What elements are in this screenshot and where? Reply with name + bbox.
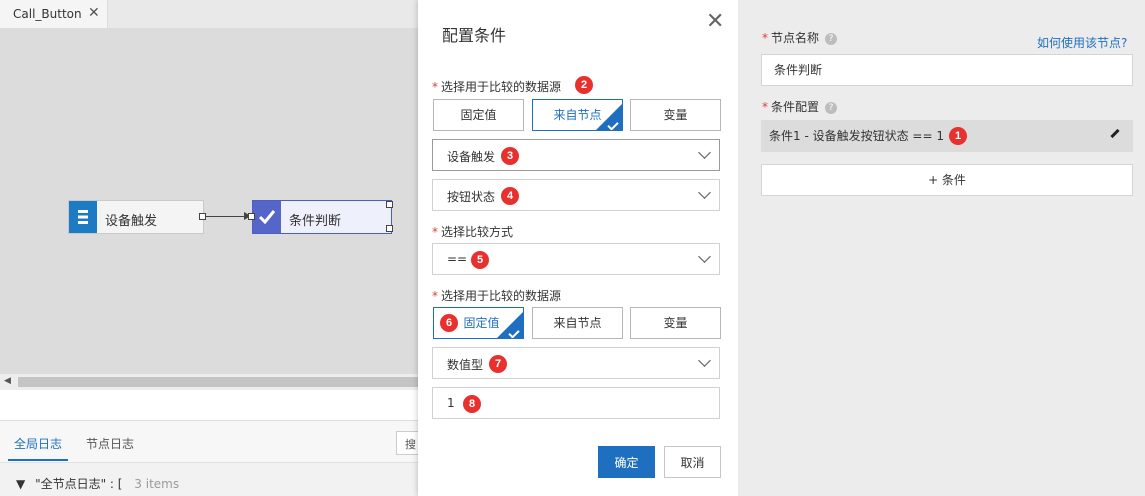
chevron-down-icon <box>698 186 711 199</box>
log-item-count: 3 items <box>134 477 180 491</box>
node-name-input[interactable]: 条件判断 <box>761 54 1133 86</box>
log-search-button[interactable]: 搜 <box>396 431 418 455</box>
annotation-badge: 4 <box>501 187 519 205</box>
log-panel: 全局日志 节点日志 搜 ▼ "全节点日志" : [ 3 items <box>0 420 418 496</box>
compare-operator-select[interactable]: == 5 <box>432 243 720 275</box>
dialog-title: 配置条件 <box>442 26 507 45</box>
device-trigger-icon <box>69 201 97 233</box>
source2-fixed-value-option[interactable]: 6 固定值 <box>433 307 524 339</box>
source1-from-node-option[interactable]: 来自节点 <box>532 99 623 131</box>
chevron-down-icon <box>698 146 711 159</box>
help-icon[interactable]: ? <box>825 101 838 114</box>
output-port-true[interactable] <box>386 201 393 208</box>
flow-node-label: 设备触发 <box>105 214 158 229</box>
horizontal-scrollbar[interactable]: ◀ <box>0 374 418 390</box>
source1-label: * 选择用于比较的数据源 <box>432 80 562 94</box>
add-condition-button[interactable]: + 条件 <box>761 164 1133 196</box>
expand-arrow-icon[interactable]: ▼ <box>16 477 25 491</box>
log-key: "全节点日志" : [ <box>35 477 123 491</box>
annotation-badge: 5 <box>471 251 489 269</box>
flow-node-device-trigger[interactable]: 设备触发 <box>68 200 206 234</box>
flow-node-condition[interactable]: 条件判断 <box>248 200 393 234</box>
annotation-badge: 3 <box>501 147 519 165</box>
flow-connector <box>206 216 246 217</box>
flow-node-label: 条件判断 <box>289 214 342 229</box>
attribute-select[interactable]: 按钮状态 4 <box>432 179 720 211</box>
help-icon[interactable]: ? <box>825 32 838 45</box>
close-icon[interactable]: ✕ <box>88 5 100 21</box>
active-tab-indicator <box>8 459 68 461</box>
condition-config-label: * 条件配置? <box>762 98 838 115</box>
source1-fixed-value-option[interactable]: 固定值 <box>433 99 524 131</box>
annotation-badge: 8 <box>463 395 481 413</box>
tab-node-log[interactable]: 节点日志 <box>86 435 134 452</box>
tab-global-log[interactable]: 全局日志 <box>14 435 62 452</box>
cancel-button[interactable]: 取消 <box>664 446 721 478</box>
configure-condition-dialog: 配置条件 ✕ * 选择用于比较的数据源 2 固定值 来自节点 变量 设备触发 3 … <box>418 0 738 496</box>
chevron-down-icon <box>698 250 711 263</box>
device-select[interactable]: 设备触发 3 <box>432 139 720 171</box>
check-icon <box>253 201 281 233</box>
scrollbar-thumb[interactable] <box>18 377 418 387</box>
source2-from-node-option[interactable]: 来自节点 <box>532 307 623 339</box>
compare-label: * 选择比较方式 <box>432 225 514 239</box>
data-type-select[interactable]: 数值型 7 <box>432 347 720 379</box>
log-tabs: 全局日志 节点日志 搜 <box>0 421 418 463</box>
source2-variable-option[interactable]: 变量 <box>630 307 721 339</box>
flow-canvas[interactable]: 设备触发 条件判断 <box>0 28 418 374</box>
tab-call-button[interactable]: Call_Button ✕ <box>0 0 108 28</box>
tab-title: Call_Button <box>13 7 82 21</box>
source2-label: * 选择用于比较的数据源 <box>432 289 562 303</box>
edit-pencil-icon[interactable] <box>1110 128 1120 139</box>
scroll-left-icon[interactable]: ◀ <box>4 376 11 386</box>
source1-variable-option[interactable]: 变量 <box>630 99 721 131</box>
log-tree-row[interactable]: ▼ "全节点日志" : [ 3 items <box>16 475 179 492</box>
how-to-use-link[interactable]: 如何使用该节点? <box>1037 34 1127 51</box>
annotation-badge: 2 <box>575 76 593 94</box>
output-port-false[interactable] <box>386 225 393 232</box>
compare-value-input[interactable]: 1 8 <box>432 387 720 419</box>
output-port[interactable] <box>199 213 206 220</box>
input-port[interactable] <box>248 213 255 220</box>
condition-item[interactable]: 条件1 - 设备触发按钮状态 == 1 1 <box>761 120 1133 152</box>
chevron-down-icon <box>698 354 711 367</box>
confirm-button[interactable]: 确定 <box>598 446 655 478</box>
editor-tab-bar: Call_Button ✕ <box>0 0 418 28</box>
node-properties-panel: * 节点名称? 如何使用该节点? 条件判断 * 条件配置? 条件1 - 设备触发按钮… <box>738 0 1145 496</box>
node-name-label: * 节点名称? <box>762 29 838 46</box>
annotation-badge: 1 <box>949 127 967 145</box>
annotation-badge: 7 <box>489 355 507 373</box>
annotation-badge: 6 <box>440 314 458 332</box>
close-icon[interactable]: ✕ <box>706 11 724 33</box>
